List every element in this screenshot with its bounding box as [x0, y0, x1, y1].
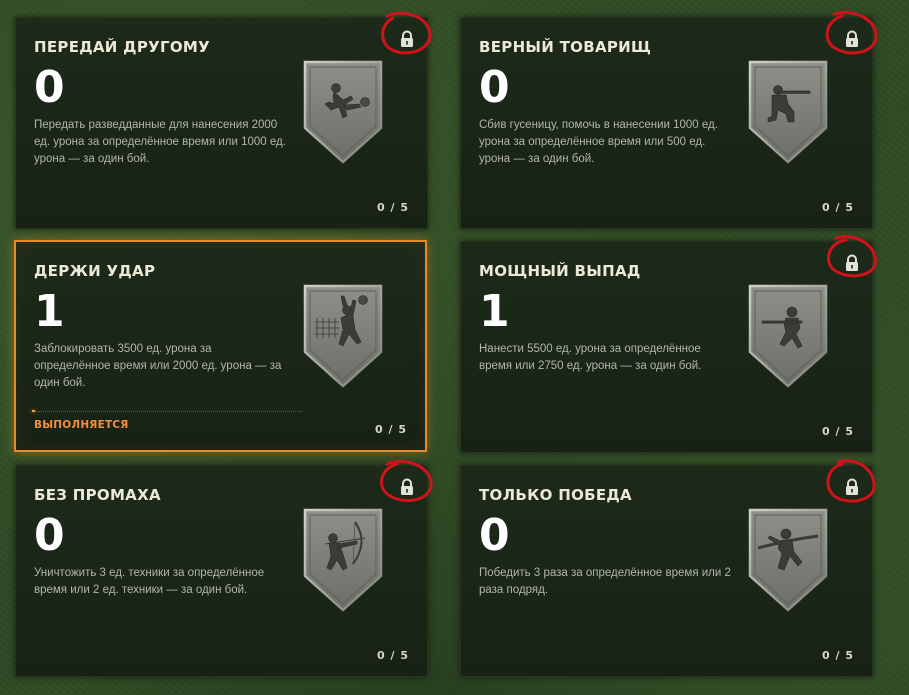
progress-counter: 0 / 5 — [377, 201, 409, 214]
fencer-lunge-icon — [748, 284, 828, 388]
progress-counter: 0 / 5 — [377, 649, 409, 662]
card-count: 1 — [34, 286, 65, 337]
lock-icon — [401, 30, 413, 47]
runner-finish-icon — [748, 508, 828, 612]
volleyball-blocker-icon — [303, 284, 383, 388]
progress-counter: 0 / 5 — [822, 649, 854, 662]
archer-icon — [303, 508, 383, 612]
card-count: 0 — [479, 510, 510, 561]
card-title: МОЩНЫЙ ВЫПАД — [479, 262, 641, 280]
progress-counter: 0 / 5 — [375, 423, 407, 436]
lock-icon — [846, 30, 858, 47]
progress-counter: 0 / 5 — [822, 201, 854, 214]
lock-icon — [401, 478, 413, 495]
achievement-card-only-victory[interactable]: ТОЛЬКО ПОБЕДА 0 Победить 3 раза за опред… — [460, 459, 876, 677]
card-description: Передать разведданные для нанесения 2000… — [34, 119, 286, 165]
card-description: Нанести 5500 ед. урона за определённое в… — [479, 343, 702, 372]
card-title: ВЕРНЫЙ ТОВАРИЩ — [479, 38, 652, 56]
football-kicker-icon — [303, 60, 383, 164]
progress-bar-fill — [32, 410, 35, 412]
card-count: 0 — [34, 510, 65, 561]
achievement-card-loyal-comrade[interactable]: ВЕРНЫЙ ТОВАРИЩ 0 Сбив гусеницу, помочь в… — [460, 11, 878, 229]
card-count: 0 — [34, 62, 65, 113]
achievement-card-take-the-hit[interactable]: ДЕРЖИ УДАР 1 Заблокировать 3500 ед. урон… — [14, 240, 427, 452]
lock-icon — [846, 254, 858, 271]
card-title: ДЕРЖИ УДАР — [34, 262, 156, 280]
card-count: 1 — [479, 286, 510, 337]
card-title: БЕЗ ПРОМАХА — [34, 486, 161, 504]
card-description: Сбив гусеницу, помочь в нанесении 1000 е… — [479, 119, 718, 165]
progress-bar — [32, 410, 302, 412]
card-description: Уничтожить 3 ед. техники за определённое… — [34, 567, 265, 596]
achievement-card-no-miss[interactable]: БЕЗ ПРОМАХА 0 Уничтожить 3 ед. техники з… — [15, 459, 433, 677]
card-title: ПЕРЕДАЙ ДРУГОМУ — [34, 38, 211, 56]
lock-icon — [846, 478, 858, 495]
card-description: Заблокировать 3500 ед. урона за определё… — [34, 343, 282, 389]
achievement-card-powerful-lunge[interactable]: МОЩНЫЙ ВЫПАД 1 Нанести 5500 ед. урона за… — [460, 235, 877, 453]
card-description: Победить 3 раза за определённое время ил… — [479, 567, 731, 596]
status-label: ВЫПОЛНЯЕТСЯ — [34, 419, 129, 431]
card-count: 0 — [479, 62, 510, 113]
kneeling-rifleman-icon — [748, 60, 828, 164]
achievement-card-pass-to-friend[interactable]: ПЕРЕДАЙ ДРУГОМУ 0 Передать разведданные … — [15, 11, 432, 229]
card-title: ТОЛЬКО ПОБЕДА — [479, 486, 632, 504]
progress-counter: 0 / 5 — [822, 425, 854, 438]
